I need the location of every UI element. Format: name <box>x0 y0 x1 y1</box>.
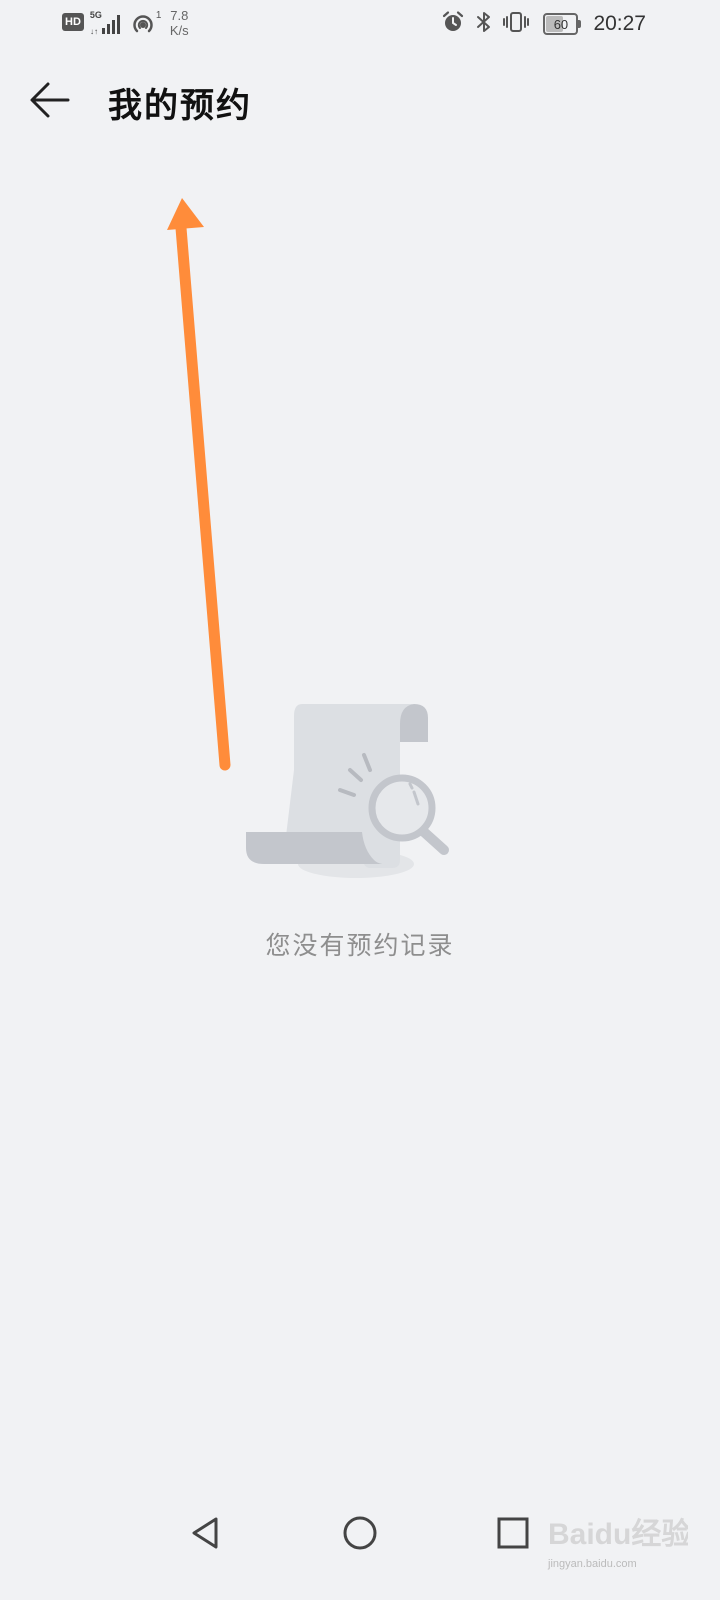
empty-message: 您没有预约记录 <box>265 931 455 960</box>
nav-back-button[interactable] <box>180 1508 230 1558</box>
annotation-arrow <box>167 198 231 771</box>
nav-recent-button[interactable] <box>488 1508 538 1558</box>
watermark-logo-text: Baidu经验 <box>548 1517 688 1551</box>
annotation-arrow-shaft <box>175 222 231 771</box>
nav-back-icon <box>192 1517 218 1549</box>
nav-recent-icon <box>497 1517 529 1549</box>
baidu-watermark-logo: Baidu经验 <box>548 1517 688 1551</box>
annotation-arrow-head <box>167 198 204 230</box>
nav-home-button[interactable] <box>335 1508 385 1558</box>
empty-illustration <box>244 700 474 894</box>
watermark-url: jingyan.baidu.com <box>548 1558 637 1570</box>
nav-home-icon <box>343 1516 377 1550</box>
document-search-illustration <box>246 704 449 878</box>
